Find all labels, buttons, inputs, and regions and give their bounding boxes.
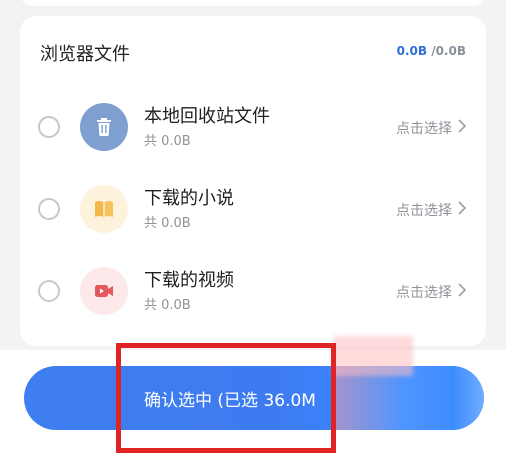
blurred-overlay-top [333,336,413,376]
list-item-recycle-bin[interactable]: 本地回收站文件 共 0.0B 点击选择 [20,96,486,156]
select-radio[interactable] [38,280,60,302]
chevron-right-icon [458,201,467,215]
item-action[interactable]: 点击选择 [396,200,452,220]
trash-icon [80,103,128,151]
size-summary: 0.0B /0.0B [397,44,466,58]
previous-card [20,0,486,6]
select-radio[interactable] [38,116,60,138]
item-size: 共 0.0B [144,216,191,231]
item-title: 下载的视频 [144,270,234,291]
select-radio[interactable] [38,198,60,220]
item-title: 本地回收站文件 [144,106,270,127]
item-size: 共 0.0B [144,134,191,149]
section-title: 浏览器文件 [40,44,130,65]
book-icon [80,185,128,233]
video-icon [80,267,128,315]
total-size: /0.0B [431,44,466,58]
chevron-right-icon [458,283,467,297]
item-action[interactable]: 点击选择 [396,118,452,138]
browser-files-card: 浏览器文件 0.0B /0.0B 本地回收站文件 共 0.0B 点击选择 下载的… [20,16,486,346]
selected-size: 0.0B [396,44,428,58]
highlight-annotation-box [116,343,336,453]
chevron-right-icon [458,119,467,133]
list-item-novels[interactable]: 下载的小说 共 0.0B 点击选择 [20,178,486,238]
list-item-videos[interactable]: 下载的视频 共 0.0B 点击选择 [20,260,486,320]
item-action[interactable]: 点击选择 [396,282,452,302]
item-title: 下载的小说 [144,188,234,209]
item-size: 共 0.0B [144,298,191,313]
